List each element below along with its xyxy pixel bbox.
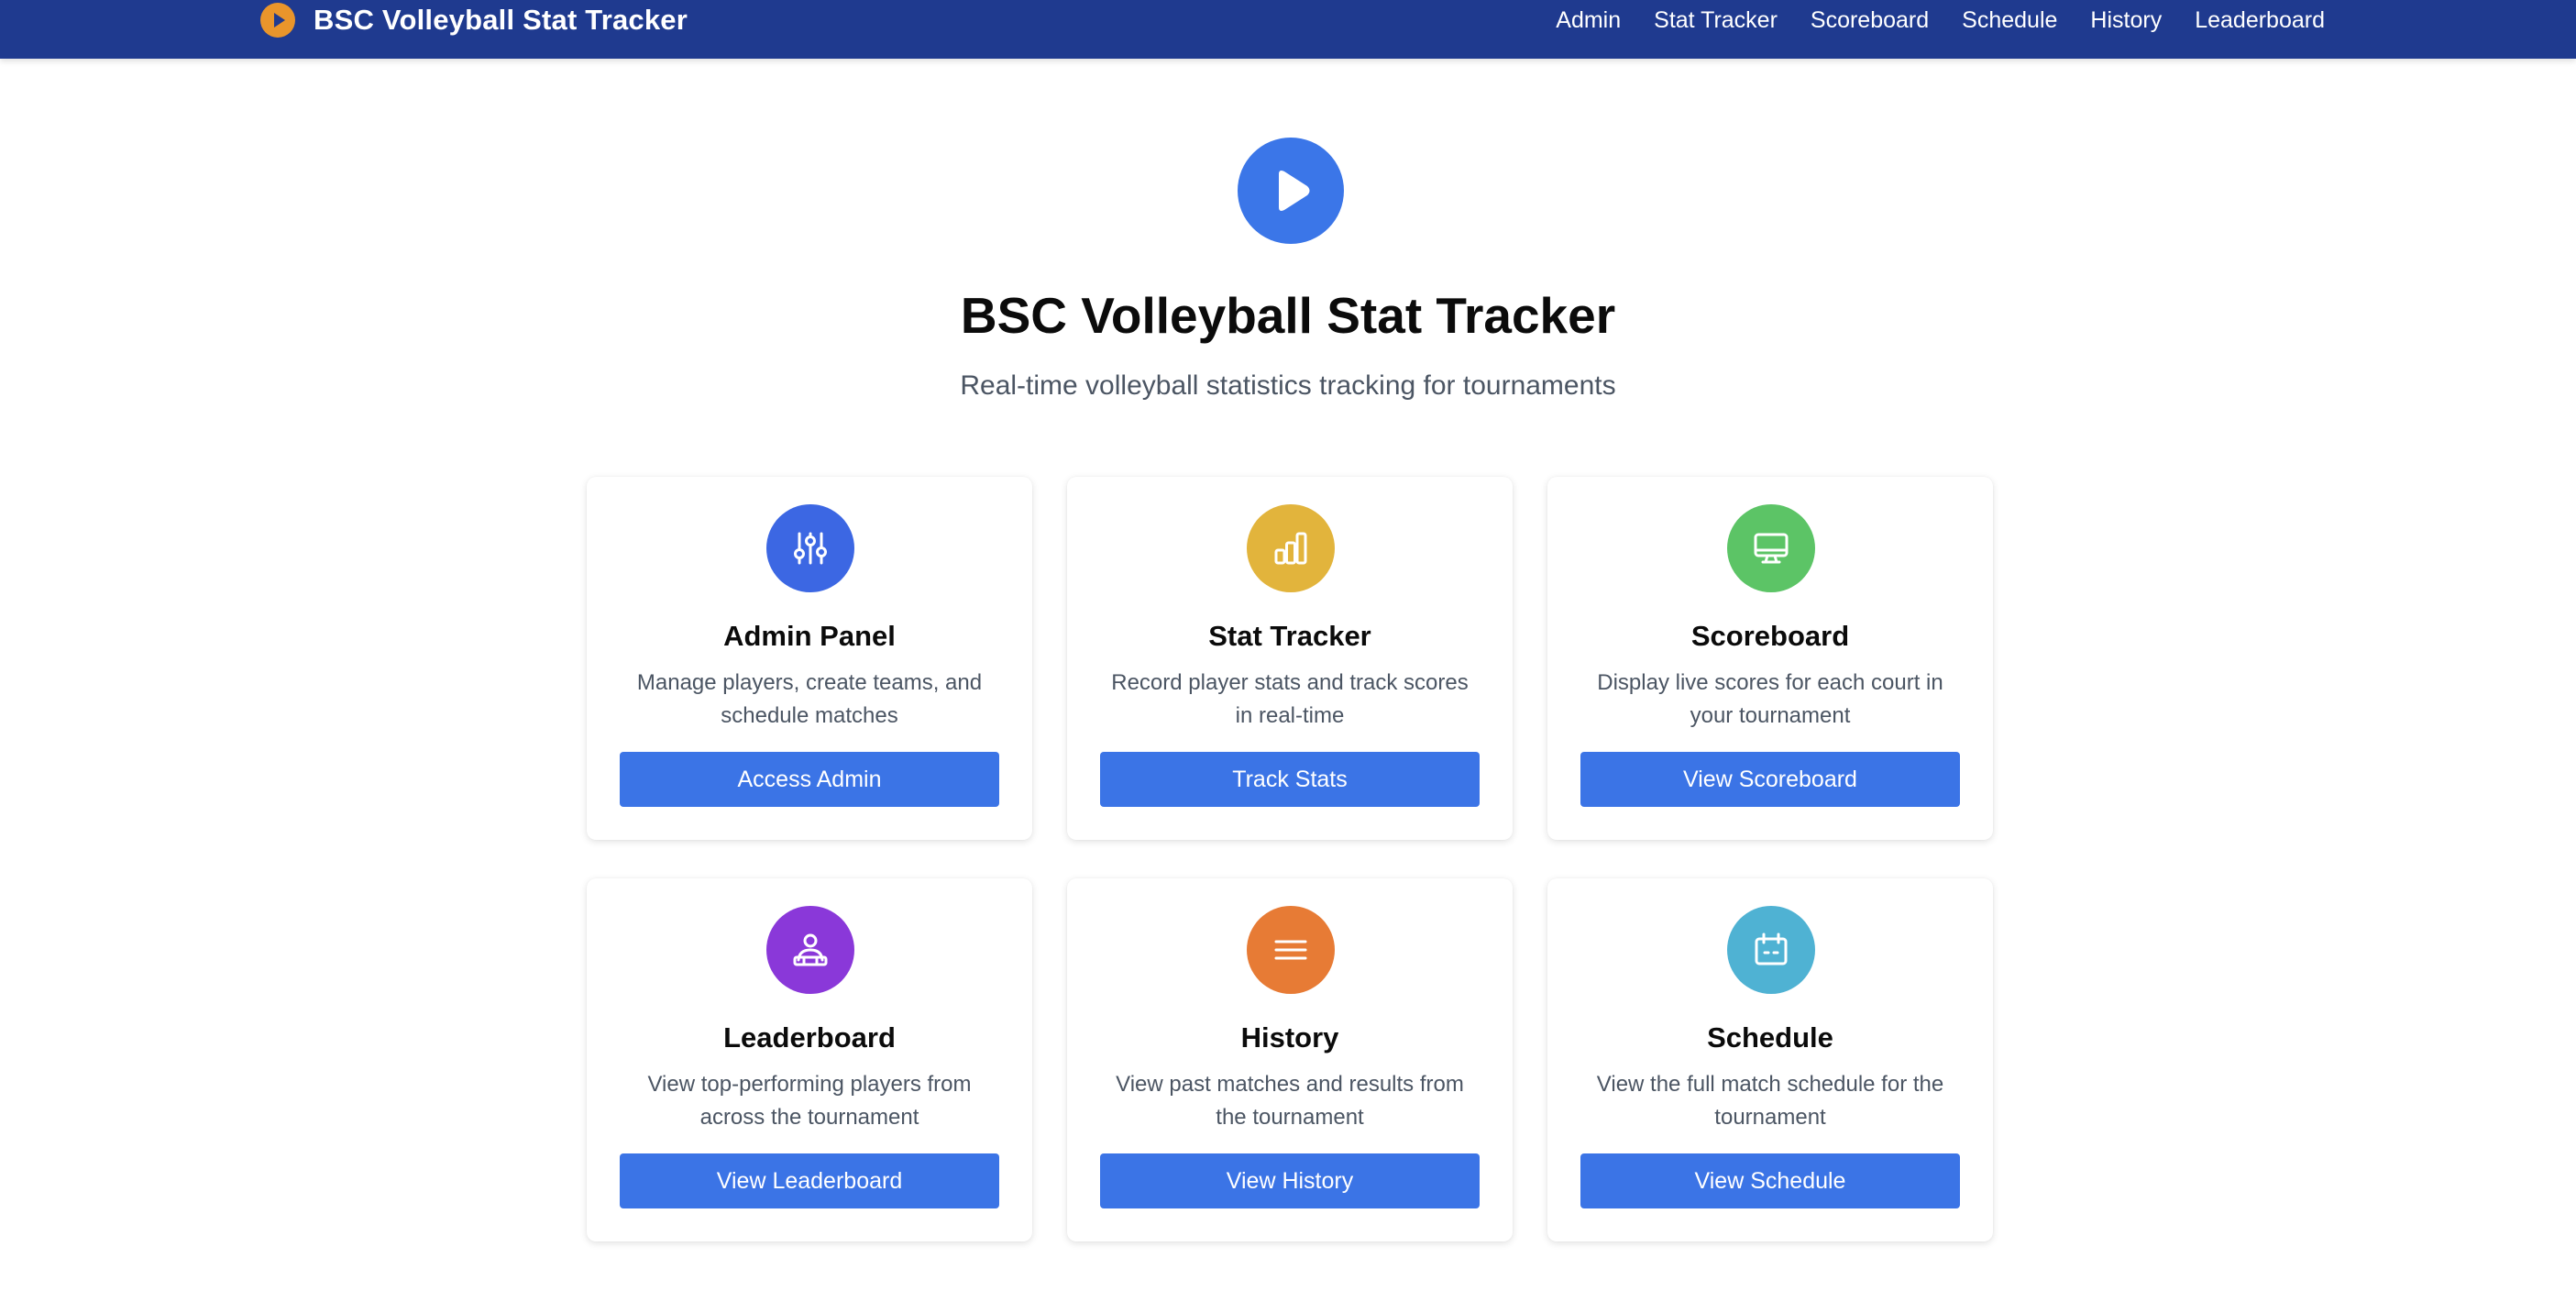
nav-link-scoreboard[interactable]: Scoreboard (1811, 7, 1929, 34)
card-description: Manage players, create teams, and schedu… (636, 670, 983, 728)
brand-title: BSC Volleyball Stat Tracker (314, 4, 688, 36)
card-description: View past matches and results from the t… (1116, 1072, 1464, 1130)
view-scoreboard-button[interactable]: View Scoreboard (1580, 752, 1960, 807)
card-description: View the full match schedule for the tou… (1596, 1072, 1944, 1130)
user-podium-icon (766, 906, 854, 994)
card-title: Admin Panel (723, 620, 896, 652)
page-subtitle: Real-time volleyball statistics tracking… (960, 370, 1616, 401)
bar-chart-icon (1247, 504, 1335, 592)
main-nav: Admin Stat Tracker Scoreboard Schedule H… (1523, 0, 2325, 40)
top-navbar: BSC Volleyball Stat Tracker Admin Stat T… (0, 0, 2576, 59)
view-leaderboard-button[interactable]: View Leaderboard (620, 1153, 999, 1208)
card-title: History (1240, 1021, 1339, 1054)
card-title: Leaderboard (723, 1021, 896, 1054)
play-icon (1238, 138, 1344, 244)
nav-link-admin[interactable]: Admin (1556, 7, 1621, 34)
card-history: History View past matches and results fr… (1067, 878, 1513, 1241)
card-admin-panel: Admin Panel Manage players, create teams… (587, 477, 1032, 840)
nav-link-stat-tracker[interactable]: Stat Tracker (1654, 7, 1778, 34)
list-icon (1247, 906, 1335, 994)
view-history-button[interactable]: View History (1100, 1153, 1480, 1208)
card-stat-tracker: Stat Tracker Record player stats and tra… (1067, 477, 1513, 840)
access-admin-button[interactable]: Access Admin (620, 752, 999, 807)
card-schedule: Schedule View the full match schedule fo… (1547, 878, 1993, 1241)
calendar-icon (1727, 906, 1815, 994)
view-schedule-button[interactable]: View Schedule (1580, 1153, 1960, 1208)
track-stats-button[interactable]: Track Stats (1100, 752, 1480, 807)
sliders-icon (766, 504, 854, 592)
card-description: View top-performing players from across … (647, 1072, 972, 1130)
card-title: Schedule (1707, 1021, 1833, 1054)
monitor-icon (1727, 504, 1815, 592)
card-leaderboard: Leaderboard View top-performing players … (587, 878, 1032, 1241)
page-title: BSC Volleyball Stat Tracker (960, 287, 1616, 344)
nav-link-history[interactable]: History (2090, 7, 2162, 34)
brand[interactable]: BSC Volleyball Stat Tracker (260, 0, 688, 40)
card-description: Display live scores for each court in yo… (1597, 670, 1943, 728)
nav-link-leaderboard[interactable]: Leaderboard (2195, 7, 2325, 34)
card-title: Scoreboard (1690, 620, 1850, 652)
card-scoreboard: Scoreboard Display live scores for each … (1547, 477, 1993, 840)
card-title: Stat Tracker (1208, 620, 1371, 652)
nav-link-schedule[interactable]: Schedule (1962, 7, 2057, 34)
play-circle-icon (260, 3, 295, 38)
card-description: Record player stats and track scores in … (1111, 670, 1469, 728)
